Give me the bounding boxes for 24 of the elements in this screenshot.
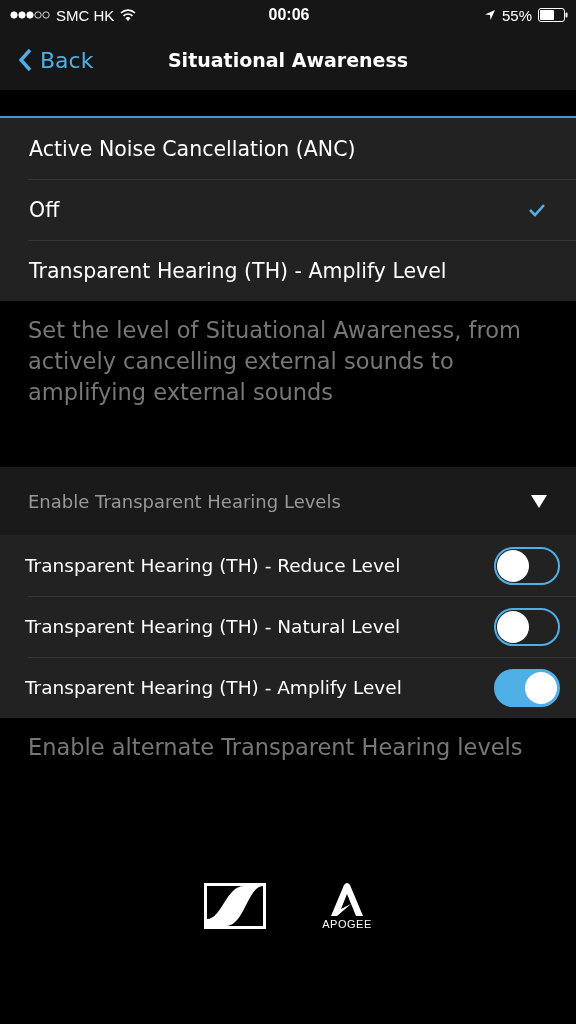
- levels-description: Enable alternate Transparent Hearing levels: [27, 733, 524, 762]
- back-button[interactable]: Back: [0, 47, 130, 73]
- signal-icon: [10, 11, 50, 19]
- wifi-icon: [120, 9, 137, 21]
- option-row[interactable]: Transparent Hearing (TH) - Amplify Level: [0, 240, 576, 301]
- toggle-switch[interactable]: [494, 546, 560, 585]
- level-label: Transparent Hearing (TH) - Reduce Level: [25, 555, 401, 576]
- battery-percent: 55%: [501, 6, 532, 24]
- back-chevron-icon: [18, 48, 32, 72]
- level-label: Transparent Hearing (TH) - Amplify Level: [25, 677, 402, 698]
- clock-time: 00:06: [268, 6, 310, 24]
- option-row[interactable]: Off: [0, 179, 576, 240]
- carrier-name: SMC HK: [56, 6, 115, 24]
- option-row[interactable]: Active Noise Cancellation (ANC): [0, 118, 576, 179]
- toggle-switch[interactable]: [494, 607, 560, 646]
- level-label: Transparent Hearing (TH) - Natural Level: [25, 616, 401, 637]
- logo-text: APOGEE: [322, 918, 372, 930]
- s-logo: [204, 883, 267, 929]
- options-description: Set the level of Situational Awareness, from actively cancelling external sounds to amplifying external sounds: [27, 316, 522, 407]
- battery-icon: [538, 8, 568, 22]
- section-header[interactable]: Enable Transparent Hearing Levels: [0, 467, 576, 535]
- screen-title: Situational Awareness: [167, 49, 409, 71]
- location-arrow-icon: [483, 9, 496, 21]
- toggle-switch[interactable]: [494, 668, 560, 707]
